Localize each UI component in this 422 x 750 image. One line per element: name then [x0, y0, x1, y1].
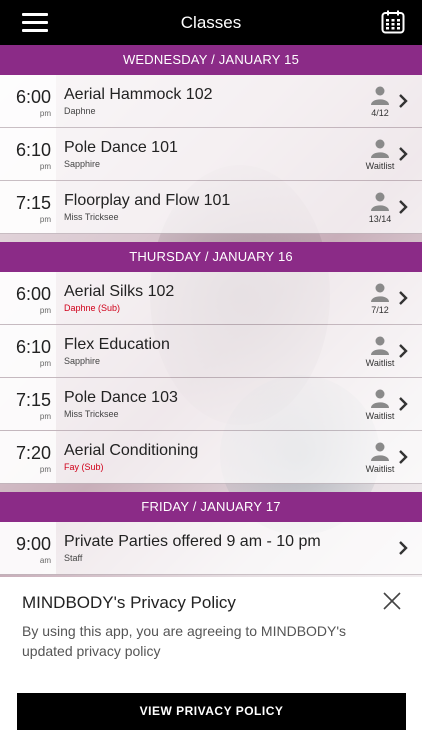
row-divider — [0, 483, 422, 484]
class-ampm: pm — [39, 359, 51, 368]
privacy-banner: MINDBODY's Privacy Policy By using this … — [0, 577, 422, 750]
class-time: 7:15 — [15, 193, 51, 213]
day-header: THURSDAY / JANUARY 16 — [0, 242, 422, 272]
class-name: Aerial Hammock 102 — [64, 86, 213, 103]
person-icon — [370, 85, 390, 105]
chevron-right-icon[interactable] — [398, 343, 408, 359]
person-icon — [370, 335, 390, 355]
time-column: 6:10 pm — [0, 325, 56, 377]
class-time: 6:10 — [15, 140, 51, 160]
class-time: 6:00 — [15, 284, 51, 304]
class-time: 9:00 — [15, 534, 51, 554]
class-status: 7/12 — [371, 305, 389, 315]
time-column: 6:00 pm — [0, 75, 56, 127]
class-details: Pole Dance 101 Sapphire Waitlist — [56, 128, 422, 180]
chevron-right-icon[interactable] — [398, 93, 408, 109]
chevron-right-icon[interactable] — [398, 540, 408, 556]
privacy-title: MINDBODY's Privacy Policy — [22, 593, 236, 612]
class-name: Private Parties offered 9 am - 10 pm — [64, 533, 321, 550]
view-privacy-policy-button[interactable]: VIEW PRIVACY POLICY — [17, 693, 406, 730]
chevron-right-icon[interactable] — [398, 290, 408, 306]
time-column: 6:10 pm — [0, 128, 56, 180]
page-title: Classes — [180, 13, 242, 32]
class-status: Waitlist — [365, 161, 395, 171]
person-icon — [370, 388, 390, 408]
class-teacher: Miss Tricksee — [64, 212, 119, 222]
class-teacher: Miss Tricksee — [64, 409, 119, 419]
class-time: 6:00 — [15, 87, 51, 107]
row-divider — [0, 233, 422, 234]
time-column: 7:15 pm — [0, 181, 56, 233]
class-name: Aerial Silks 102 — [64, 283, 175, 300]
class-name: Aerial Conditioning — [64, 442, 199, 459]
person-icon — [370, 441, 390, 461]
day-header: WEDNESDAY / JANUARY 15 — [0, 45, 422, 75]
person-icon — [370, 191, 390, 211]
class-row[interactable]: 7:15 pm Floorplay and Flow 101 Miss Trickse… — [0, 181, 422, 234]
class-time: 7:15 — [15, 390, 51, 410]
class-details: Flex Education Sapphire Waitlist — [56, 325, 422, 377]
class-time: 7:20 — [15, 443, 51, 463]
class-teacher: Fay (Sub) — [64, 462, 104, 472]
class-status: 4/12 — [371, 108, 389, 118]
row-divider — [0, 574, 422, 575]
class-ampm: pm — [39, 306, 51, 315]
class-ampm: pm — [39, 412, 51, 421]
day-header: FRIDAY / JANUARY 17 — [0, 492, 422, 522]
class-time: 6:10 — [15, 337, 51, 357]
chevron-right-icon[interactable] — [398, 146, 408, 162]
class-ampm: pm — [39, 465, 51, 474]
class-details: Floorplay and Flow 101 Miss Tricksee 13/14 — [56, 181, 422, 233]
class-name: Pole Dance 101 — [64, 139, 178, 156]
class-name: Pole Dance 103 — [64, 389, 178, 406]
class-row[interactable]: 6:10 pm Pole Dance 101 Sapphire Waitlist — [0, 128, 422, 181]
privacy-body: By using this app, you are agreeing to M… — [22, 623, 347, 659]
time-column: 9:00 am — [0, 522, 56, 574]
class-status: Waitlist — [365, 411, 395, 421]
class-row[interactable]: 9:00 am Private Parties offered 9 am - 10 … — [0, 522, 422, 575]
class-details: Aerial Silks 102 Daphne (Sub) 7/12 — [56, 272, 422, 324]
class-row[interactable]: 6:00 pm Aerial Hammock 102 Daphne 4/12 — [0, 75, 422, 128]
class-row[interactable]: 7:15 pm Pole Dance 103 Miss Tricksee Waitlis… — [0, 378, 422, 431]
class-status: Waitlist — [365, 358, 395, 368]
time-column: 7:15 pm — [0, 378, 56, 430]
class-status: Waitlist — [365, 464, 395, 474]
class-name: Flex Education — [64, 336, 170, 353]
class-teacher: Daphne — [64, 106, 96, 116]
class-name: Floorplay and Flow 101 — [64, 192, 231, 209]
top-bar: Classes — [0, 0, 422, 45]
class-ampm: am — [39, 556, 51, 565]
time-column: 7:20 pm — [0, 431, 56, 483]
close-icon[interactable] — [382, 591, 402, 611]
chevron-right-icon[interactable] — [398, 199, 408, 215]
person-icon — [370, 282, 390, 302]
class-row[interactable]: 7:20 pm Aerial Conditioning Fay (Sub) Waitli… — [0, 431, 422, 484]
class-teacher: Staff — [64, 553, 83, 563]
class-ampm: pm — [39, 162, 51, 171]
class-status: 13/14 — [368, 214, 392, 224]
class-teacher: Sapphire — [64, 159, 101, 169]
calendar-icon[interactable] — [381, 10, 405, 34]
class-ampm: pm — [39, 109, 51, 118]
chevron-right-icon[interactable] — [398, 396, 408, 412]
class-row[interactable]: 6:00 pm Aerial Silks 102 Daphne (Sub) 7/12 — [0, 272, 422, 325]
person-icon — [370, 138, 390, 158]
chevron-right-icon[interactable] — [398, 449, 408, 465]
class-ampm: pm — [39, 215, 51, 224]
class-teacher: Daphne (Sub) — [64, 303, 121, 313]
class-details: Aerial Conditioning Fay (Sub) Waitlist — [56, 431, 422, 483]
time-column: 6:00 pm — [0, 272, 56, 324]
class-teacher: Sapphire — [64, 356, 101, 366]
class-details: Aerial Hammock 102 Daphne 4/12 — [56, 75, 422, 127]
class-row[interactable]: 6:10 pm Flex Education Sapphire Waitlist — [0, 325, 422, 378]
class-details: Private Parties offered 9 am - 10 pm Staf… — [56, 522, 422, 574]
class-details: Pole Dance 103 Miss Tricksee Waitlist — [56, 378, 422, 430]
